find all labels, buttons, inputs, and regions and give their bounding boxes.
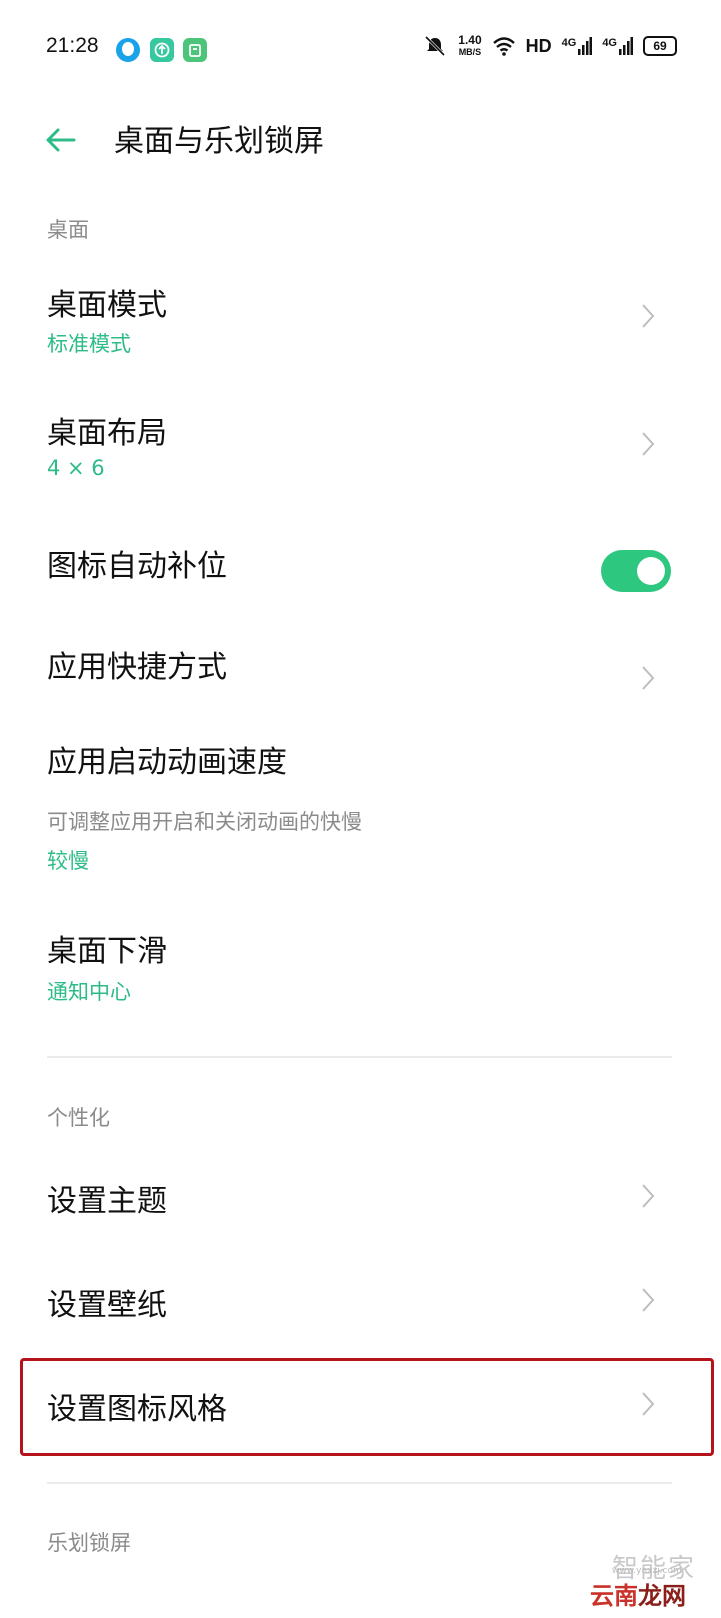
signal-bars-icon	[619, 37, 633, 55]
upload-app-icon	[150, 38, 174, 62]
back-arrow-icon[interactable]	[42, 122, 78, 158]
highlight-box	[20, 1358, 714, 1456]
divider	[47, 1482, 672, 1484]
status-indicators: 1.40 MB/S HD 4G 4G 69	[422, 34, 677, 58]
mute-bell-icon	[425, 35, 446, 57]
section-header-personalization: 个性化	[47, 1106, 110, 1130]
divider	[47, 1056, 672, 1058]
setting-label: 桌面模式	[47, 288, 167, 323]
watermark-logo: 云南龙网	[590, 1582, 686, 1610]
setting-label: 桌面布局	[47, 416, 167, 451]
setting-label: 图标自动补位	[47, 549, 227, 584]
signal-bars-icon	[578, 37, 593, 55]
chevron-right-icon	[642, 432, 655, 456]
setting-value: 较慢	[47, 849, 89, 873]
chevron-right-icon	[642, 1288, 655, 1312]
network-speed: 1.40 MB/S	[458, 33, 482, 57]
setting-value: 标准模式	[47, 332, 131, 356]
chevron-right-icon	[642, 666, 655, 690]
setting-label: 应用快捷方式	[47, 650, 227, 685]
wifi-icon	[492, 37, 515, 56]
icon-auto-fill-toggle[interactable]	[601, 550, 671, 592]
chevron-right-icon	[642, 304, 655, 328]
section-header-desktop: 桌面	[47, 218, 89, 242]
toggle-knob	[637, 557, 665, 585]
setting-label: 设置壁纸	[47, 1288, 167, 1323]
chevron-right-icon	[642, 1184, 655, 1208]
page-title: 桌面与乐划锁屏	[114, 124, 324, 159]
section-header-lockscreen: 乐划锁屏	[47, 1531, 131, 1555]
status-time: 21:28	[46, 34, 99, 57]
setting-value: 通知中心	[47, 980, 131, 1004]
signal-sim1: 4G	[562, 37, 593, 55]
battery-indicator: 69	[643, 36, 677, 56]
watermark-site: www.ynxzj.com	[612, 1566, 682, 1576]
signal-sim2: 4G	[602, 37, 633, 55]
setting-label: 应用启动动画速度	[47, 745, 287, 780]
setting-description: 可调整应用开启和关闭动画的快慢	[47, 810, 362, 834]
hd-indicator: HD	[525, 35, 552, 56]
setting-value: 4 × 6	[47, 456, 105, 480]
bag-app-icon	[183, 38, 207, 62]
qq-icon	[116, 38, 140, 62]
setting-label: 桌面下滑	[47, 934, 167, 969]
setting-label: 设置主题	[47, 1184, 167, 1219]
